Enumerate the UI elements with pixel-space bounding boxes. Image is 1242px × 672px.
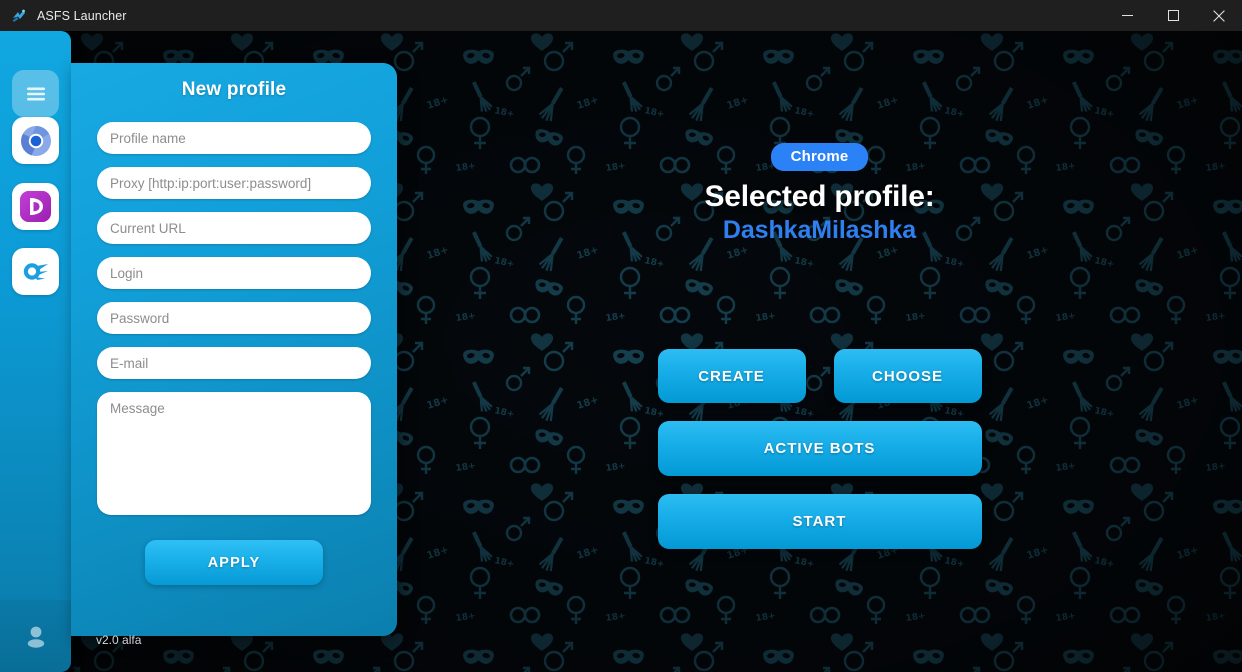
- maximize-icon[interactable]: [1150, 0, 1196, 31]
- proxy-input[interactable]: [97, 167, 371, 199]
- minimize-icon[interactable]: [1104, 0, 1150, 31]
- main-content: Chrome Selected profile: DashkaMilashka …: [397, 31, 1242, 672]
- selected-profile-value: DashkaMilashka: [722, 216, 917, 244]
- primary-button-row: CREATE CHOOSE: [657, 349, 982, 403]
- start-button[interactable]: START: [657, 494, 982, 549]
- sidebar-item-dolphin[interactable]: [12, 183, 59, 230]
- comet-browser-icon: [19, 255, 52, 288]
- sidebar: [0, 31, 71, 672]
- sidebar-item-comet[interactable]: [12, 248, 59, 295]
- selected-profile-label: Selected profile:: [704, 180, 935, 213]
- sidebar-item-chrome[interactable]: [12, 117, 59, 164]
- title-bar: ASFS Launcher: [0, 0, 1242, 31]
- new-profile-panel: New profile APPLY: [71, 63, 397, 636]
- version-label: v2.0 alfa: [96, 633, 142, 647]
- hamburger-menu-icon: [23, 81, 49, 107]
- panel-title: New profile: [181, 79, 287, 100]
- create-button[interactable]: CREATE: [657, 349, 806, 403]
- profile-name-input[interactable]: [97, 122, 371, 154]
- current-url-input[interactable]: [97, 212, 371, 244]
- apply-button[interactable]: APPLY: [145, 540, 323, 585]
- user-avatar-icon: [22, 622, 50, 650]
- app-logo-icon: [10, 7, 28, 25]
- window-title: ASFS Launcher: [37, 8, 127, 23]
- close-icon[interactable]: [1196, 0, 1242, 31]
- active-bots-button[interactable]: ACTIVE BOTS: [657, 421, 982, 476]
- dolphin-anty-icon: [19, 190, 52, 223]
- login-input[interactable]: [97, 257, 371, 289]
- sidebar-item-menu[interactable]: [12, 70, 59, 117]
- choose-button[interactable]: CHOOSE: [833, 349, 982, 403]
- sidebar-avatar[interactable]: [0, 600, 71, 672]
- chrome-browser-icon: [20, 125, 52, 157]
- app-window: ASFS Launcher New profile Profile name P…: [0, 0, 1242, 672]
- message-textarea[interactable]: [97, 392, 371, 515]
- browser-badge: Chrome: [770, 143, 869, 171]
- email-input[interactable]: [97, 347, 371, 379]
- password-input[interactable]: [97, 302, 371, 334]
